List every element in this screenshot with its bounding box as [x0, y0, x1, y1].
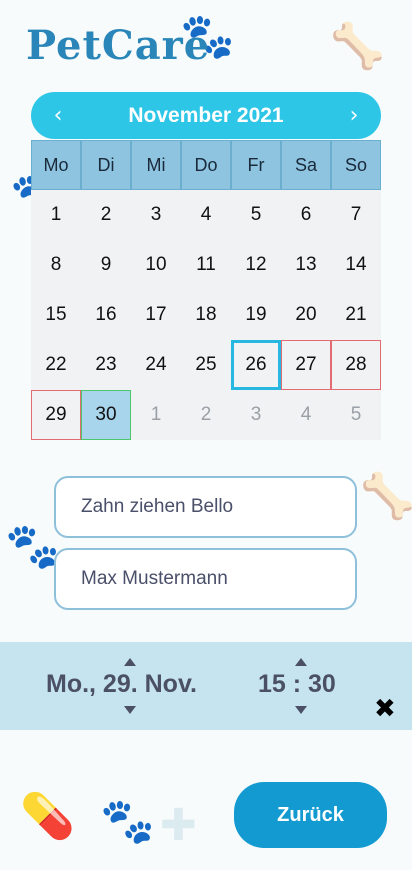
day-cell-next-month[interactable]: 1 — [131, 390, 181, 440]
day-cell[interactable]: 9 — [81, 240, 131, 290]
date-display: Mo., 29. Nov. — [46, 670, 197, 698]
day-cell-selected[interactable]: 30 — [81, 390, 131, 440]
weekday-label: Mi — [131, 140, 181, 190]
prev-month-button[interactable]: ‹ — [43, 100, 73, 130]
calendar: Mo Di Mi Do Fr Sa So 1 2 3 4 5 6 7 8 9 1… — [31, 140, 381, 440]
plus-icon: ✚ — [160, 800, 197, 851]
time-increment-arrow[interactable] — [295, 658, 307, 666]
day-cell-today[interactable]: 26 — [231, 340, 281, 390]
day-cell[interactable]: 23 — [81, 340, 131, 390]
close-icon[interactable]: ✖ — [374, 694, 396, 724]
petcare-logo: PetCare — [26, 22, 211, 69]
day-cell-next-month[interactable]: 4 — [281, 390, 331, 440]
appointment-title-field[interactable]: Zahn ziehen Bello — [54, 476, 357, 538]
day-cell[interactable]: 13 — [281, 240, 331, 290]
date-time-picker: Mo., 29. Nov. 15 : 30 — [0, 642, 412, 730]
chevron-right-icon: › — [349, 102, 359, 128]
day-cell[interactable]: 8 — [31, 240, 81, 290]
day-cell[interactable]: 2 — [81, 190, 131, 240]
day-cell[interactable]: 1 — [31, 190, 81, 240]
day-cell[interactable]: 3 — [131, 190, 181, 240]
owner-name-field[interactable]: Max Mustermann — [54, 548, 357, 610]
date-decrement-arrow[interactable] — [124, 706, 136, 714]
day-cell-booked[interactable]: 28 — [331, 340, 381, 390]
bone-icon: 🦴 — [330, 21, 385, 72]
day-cell[interactable]: 19 — [231, 290, 281, 340]
day-cell-next-month[interactable]: 3 — [231, 390, 281, 440]
day-cell[interactable]: 24 — [131, 340, 181, 390]
month-title: November 2021 — [128, 103, 284, 127]
bone-icon: 🦴 — [360, 471, 412, 522]
day-cell[interactable]: 22 — [31, 340, 81, 390]
day-cell-booked[interactable]: 29 — [31, 390, 81, 440]
back-button[interactable]: Zurück — [234, 782, 387, 848]
weekday-label: Do — [181, 140, 231, 190]
weekday-row: Mo Di Mi Do Fr Sa So — [31, 140, 381, 190]
day-cell[interactable]: 20 — [281, 290, 331, 340]
day-cell[interactable]: 14 — [331, 240, 381, 290]
calendar-header: ‹ November 2021 › — [31, 92, 381, 139]
weekday-label: Sa — [281, 140, 331, 190]
day-cell-next-month[interactable]: 5 — [331, 390, 381, 440]
time-display: 15 : 30 — [258, 670, 336, 698]
chevron-left-icon: ‹ — [53, 102, 63, 128]
paw-icon: 🐾 — [5, 521, 60, 572]
weekday-label: Fr — [231, 140, 281, 190]
weekday-label: Mo — [31, 140, 81, 190]
day-cell[interactable]: 16 — [81, 290, 131, 340]
day-cell[interactable]: 17 — [131, 290, 181, 340]
day-cell-next-month[interactable]: 2 — [181, 390, 231, 440]
day-cell[interactable]: 12 — [231, 240, 281, 290]
day-cell[interactable]: 4 — [181, 190, 231, 240]
day-cell[interactable]: 10 — [131, 240, 181, 290]
paw-icon: 🐾 — [100, 796, 155, 847]
day-cell[interactable]: 15 — [31, 290, 81, 340]
day-cell-booked[interactable]: 27 — [281, 340, 331, 390]
time-decrement-arrow[interactable] — [295, 706, 307, 714]
day-cell[interactable]: 21 — [331, 290, 381, 340]
weekday-label: So — [331, 140, 381, 190]
day-grid: 1 2 3 4 5 6 7 8 9 10 11 12 13 14 15 16 1… — [31, 190, 381, 440]
date-increment-arrow[interactable] — [124, 658, 136, 666]
day-cell[interactable]: 18 — [181, 290, 231, 340]
day-cell[interactable]: 5 — [231, 190, 281, 240]
day-cell[interactable]: 11 — [181, 240, 231, 290]
bottle-icon: 💊 — [20, 791, 75, 842]
day-cell[interactable]: 6 — [281, 190, 331, 240]
next-month-button[interactable]: › — [339, 100, 369, 130]
day-cell[interactable]: 25 — [181, 340, 231, 390]
weekday-label: Di — [81, 140, 131, 190]
day-cell[interactable]: 7 — [331, 190, 381, 240]
